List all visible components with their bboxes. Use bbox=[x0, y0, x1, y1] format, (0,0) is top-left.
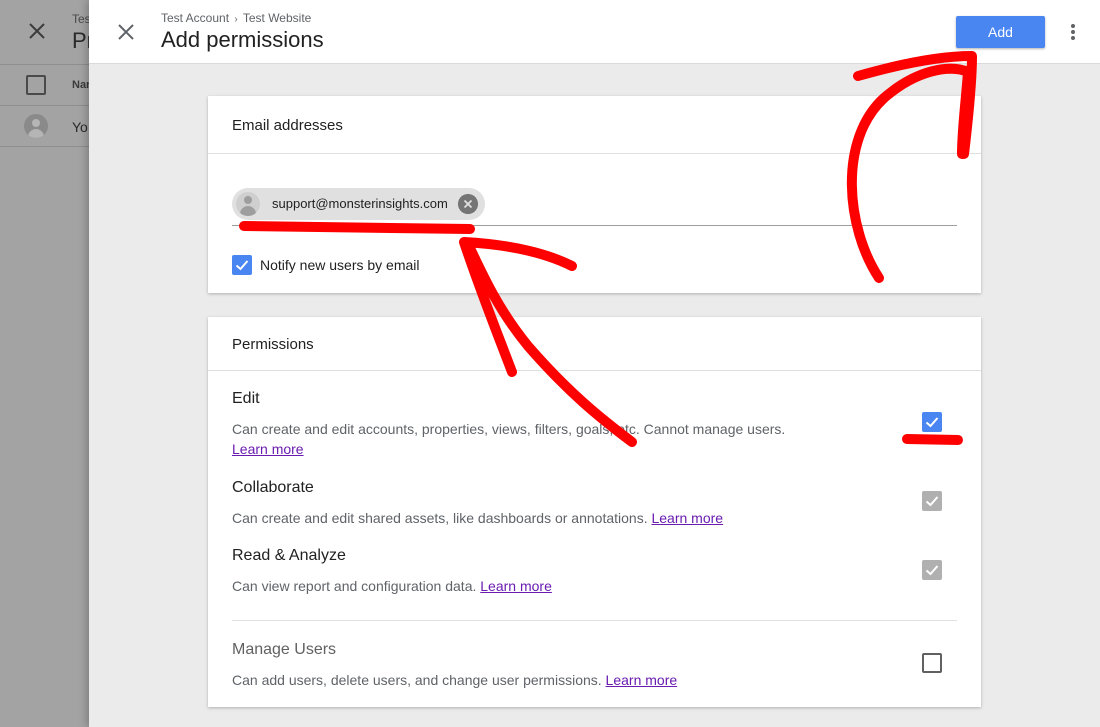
add-button[interactable]: Add bbox=[956, 16, 1045, 48]
card-divider bbox=[208, 370, 981, 371]
remove-email-icon[interactable] bbox=[458, 194, 478, 214]
checkmark-icon bbox=[925, 417, 939, 428]
notify-checkbox[interactable] bbox=[232, 255, 252, 275]
card-divider bbox=[208, 153, 981, 154]
learn-more-link-collaborate[interactable]: Learn more bbox=[651, 510, 723, 526]
permission-description-manage-users: Can add users, delete users, and change … bbox=[232, 672, 677, 688]
manage-users-permission-checkbox[interactable] bbox=[922, 653, 942, 673]
page-title: Add permissions bbox=[161, 27, 324, 52]
breadcrumb-property: Test Website bbox=[242, 11, 312, 25]
email-chip[interactable]: support@monsterinsights.com bbox=[232, 188, 485, 220]
background-select-all-checkbox bbox=[26, 75, 46, 95]
breadcrumb: Test Account › Test Website bbox=[161, 11, 311, 25]
close-icon[interactable] bbox=[113, 19, 139, 45]
background-breadcrumb: Tes bbox=[72, 12, 91, 26]
more-options-icon[interactable] bbox=[1065, 20, 1081, 44]
checkmark-icon bbox=[925, 496, 939, 507]
checkmark-icon bbox=[235, 260, 249, 271]
permission-description-collaborate: Can create and edit shared assets, like … bbox=[232, 510, 723, 526]
learn-more-link-manage-users[interactable]: Learn more bbox=[606, 672, 678, 688]
background-divider bbox=[0, 146, 100, 147]
background-avatar-icon bbox=[24, 114, 48, 138]
background-close-icon bbox=[29, 23, 45, 39]
checkmark-icon bbox=[925, 565, 939, 576]
permission-description-read-analyze-text: Can view report and configuration data. bbox=[232, 578, 477, 594]
email-addresses-card: Email addresses support@monsterinsights.… bbox=[208, 96, 981, 293]
card-divider bbox=[232, 620, 957, 621]
permission-title-collaborate: Collaborate bbox=[232, 479, 314, 496]
permission-description-collaborate-text: Can create and edit shared assets, like … bbox=[232, 510, 648, 526]
permission-description-edit: Can create and edit accounts, properties… bbox=[232, 421, 786, 437]
notify-label: Notify new users by email bbox=[260, 257, 420, 273]
collaborate-permission-checkbox bbox=[922, 491, 942, 511]
email-section-heading: Email addresses bbox=[232, 117, 343, 134]
background-divider bbox=[0, 64, 100, 65]
breadcrumb-separator-icon: › bbox=[234, 14, 238, 25]
edit-permission-checkbox[interactable] bbox=[922, 412, 942, 432]
permission-description-read-analyze: Can view report and configuration data. … bbox=[232, 578, 552, 594]
permissions-section-heading: Permissions bbox=[232, 336, 314, 353]
permissions-card: Permissions Edit Can create and edit acc… bbox=[208, 317, 981, 707]
add-permissions-panel: Test Account › Test Website Add permissi… bbox=[89, 0, 1100, 727]
email-input-underline[interactable] bbox=[232, 225, 957, 226]
learn-more-link-edit[interactable]: Learn more bbox=[232, 441, 304, 457]
user-avatar-icon bbox=[236, 192, 260, 216]
panel-header: Test Account › Test Website Add permissi… bbox=[89, 0, 1100, 64]
permission-description-manage-users-text: Can add users, delete users, and change … bbox=[232, 672, 602, 688]
permission-title-read-analyze: Read & Analyze bbox=[232, 547, 346, 564]
background-row-text: Yo bbox=[72, 119, 88, 135]
background-column-header: Nar bbox=[72, 79, 91, 91]
learn-more-link-read-analyze[interactable]: Learn more bbox=[480, 578, 552, 594]
permission-title-edit: Edit bbox=[232, 390, 260, 407]
email-chip-text: support@monsterinsights.com bbox=[272, 196, 448, 211]
background-divider bbox=[0, 105, 100, 106]
permission-title-manage-users: Manage Users bbox=[232, 641, 337, 658]
breadcrumb-account: Test Account bbox=[161, 11, 230, 25]
read-analyze-permission-checkbox bbox=[922, 560, 942, 580]
